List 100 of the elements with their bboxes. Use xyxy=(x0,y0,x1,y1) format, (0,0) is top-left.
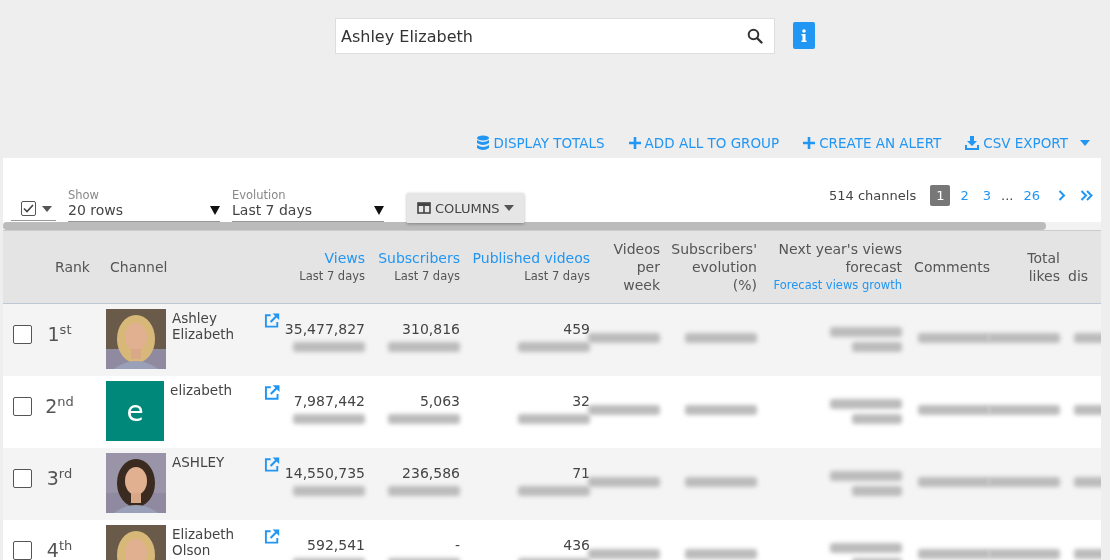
database-icon xyxy=(475,135,490,151)
forecast-link[interactable]: Forecast views growth xyxy=(773,276,902,294)
column-header: Rank xyxy=(55,258,90,276)
channel-name[interactable]: Ashley Elizabeth xyxy=(172,309,248,376)
blurred-value xyxy=(918,333,990,343)
blurred-value xyxy=(988,405,1060,415)
blurred-value xyxy=(830,471,902,481)
page-ellipsis: ... xyxy=(1001,187,1014,203)
channel-avatar: e xyxy=(106,381,165,441)
last-page-icon[interactable] xyxy=(1080,189,1093,201)
action-link[interactable]: CREATE AN ALERT xyxy=(803,128,942,158)
blurred-value xyxy=(918,549,990,559)
column-header: Next year's views forecast xyxy=(778,240,902,276)
table-cell: 592,541 xyxy=(307,537,365,553)
page-button[interactable]: 26 xyxy=(1019,185,1044,205)
blurred-value xyxy=(293,342,365,352)
search-field[interactable]: Ashley Elizabeth xyxy=(335,18,775,54)
field-label: Evolution xyxy=(232,188,287,202)
select-all-checkbox[interactable] xyxy=(21,201,36,216)
column-subtitle: Last 7 days xyxy=(394,268,460,285)
blurred-value xyxy=(852,414,902,424)
column-header: Subscribers' evolution (%) xyxy=(671,240,757,294)
channel-count: 514 channels xyxy=(829,187,917,203)
blurred-value xyxy=(830,327,902,337)
table-cell: 35,477,827 xyxy=(284,321,365,337)
action-link[interactable]: DISPLAY TOTALS xyxy=(475,128,605,158)
row-checkbox[interactable] xyxy=(13,469,32,488)
column-header[interactable]: Subscribers xyxy=(378,249,460,267)
dropdown-icon xyxy=(210,205,220,215)
page-button[interactable]: 1 xyxy=(930,184,951,206)
table-cell: 459 xyxy=(563,321,590,337)
blurred-value xyxy=(588,333,660,343)
table-cell: - xyxy=(454,537,460,553)
check-icon xyxy=(23,204,34,213)
rank-label: 2$^{nd}$ xyxy=(44,393,75,418)
row-checkbox[interactable] xyxy=(13,397,32,416)
external-link-icon[interactable] xyxy=(263,528,280,545)
column-subtitle: Last 7 days xyxy=(524,268,590,285)
column-subtitle: Last 7 days xyxy=(299,268,365,285)
table-cell: 32 xyxy=(572,393,590,409)
columns-button[interactable]: COLUMNS xyxy=(407,193,524,223)
caret-icon[interactable] xyxy=(42,205,52,212)
next-page-icon[interactable] xyxy=(1058,189,1066,201)
blurred-value xyxy=(988,477,1060,487)
blurred-value xyxy=(388,414,460,424)
column-header: Videos per week xyxy=(613,240,660,294)
column-header[interactable]: Views xyxy=(324,249,365,267)
caret-icon xyxy=(1080,140,1090,146)
columns-icon xyxy=(417,202,431,214)
plus-icon xyxy=(803,137,816,149)
blurred-value xyxy=(293,414,365,424)
external-link-icon[interactable] xyxy=(263,456,280,473)
page-button[interactable]: 2 xyxy=(956,185,973,205)
download-icon xyxy=(965,136,980,150)
row-checkbox[interactable] xyxy=(13,541,32,560)
dropdown-icon xyxy=(374,205,384,215)
plus-icon xyxy=(628,137,641,149)
column-header: dis xyxy=(1068,267,1090,285)
column-header: Comments xyxy=(914,258,990,276)
table-cell: 436 xyxy=(563,537,590,553)
caret-icon xyxy=(503,205,514,211)
table-cell: 14,550,735 xyxy=(284,465,365,481)
blurred-value xyxy=(518,414,590,424)
blurred-value xyxy=(588,477,660,487)
table-cell: 7,987,442 xyxy=(293,393,365,409)
channel-name[interactable]: ASHLEY xyxy=(172,453,248,520)
blurred-value xyxy=(685,549,757,559)
blurred-value xyxy=(852,342,902,352)
blurred-value xyxy=(588,405,660,415)
search-icon[interactable] xyxy=(747,28,763,44)
horizontal-scrollbar[interactable] xyxy=(3,222,1101,231)
blurred-value xyxy=(293,486,365,496)
external-link-icon[interactable] xyxy=(263,312,280,329)
channel-name[interactable]: Elizabeth Olson xyxy=(172,525,248,560)
blurred-value xyxy=(685,477,757,487)
external-link-icon[interactable] xyxy=(263,384,280,401)
rank-label: 1$^{st}$ xyxy=(46,321,73,346)
action-link[interactable]: ADD ALL TO GROUP xyxy=(628,128,780,158)
action-link[interactable]: CSV EXPORT xyxy=(965,128,1090,158)
blurred-value xyxy=(918,477,990,487)
info-button[interactable] xyxy=(793,22,815,49)
row-checkbox[interactable] xyxy=(13,325,32,344)
table-cell: 71 xyxy=(572,465,590,481)
blurred-value xyxy=(852,486,902,496)
blurred-value xyxy=(685,333,757,343)
page-button[interactable]: 3 xyxy=(978,185,996,205)
field-label: Show xyxy=(68,188,101,202)
column-header[interactable]: Published videos xyxy=(472,249,590,267)
blurred-value xyxy=(518,486,590,496)
column-header: Total likes xyxy=(1027,249,1060,285)
blurred-value xyxy=(830,399,902,409)
rank-label: 4$^{th}$ xyxy=(45,537,74,560)
blurred-value xyxy=(918,405,990,415)
channel-name[interactable]: elizabeth xyxy=(170,381,248,448)
blurred-value xyxy=(988,549,1060,559)
blurred-value xyxy=(830,543,902,553)
table-cell: 310,816 xyxy=(402,321,460,337)
blurred-value xyxy=(988,333,1060,343)
blurred-value xyxy=(388,486,460,496)
info-icon xyxy=(801,28,807,43)
